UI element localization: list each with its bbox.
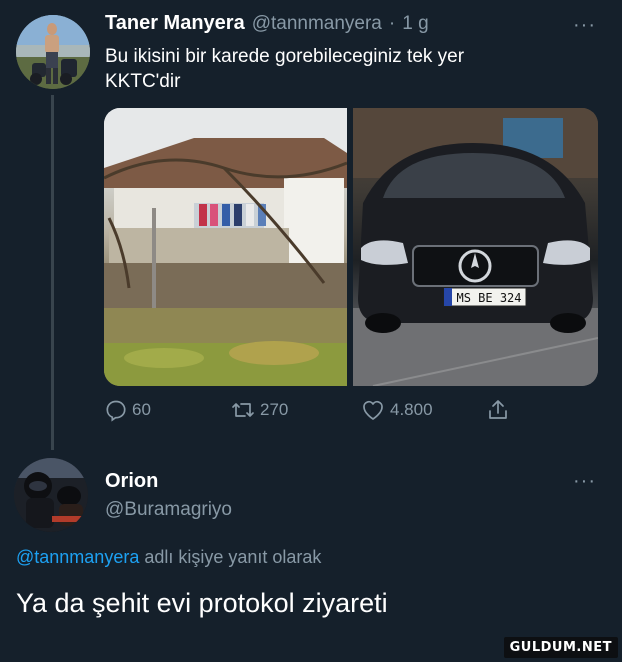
timestamp[interactable]: 1 g xyxy=(402,13,428,35)
car-photo: MS BE 324 xyxy=(353,108,598,386)
reply-icon xyxy=(106,400,126,422)
tweet-text: Bu ikisini bir karede gorebileceginiz te… xyxy=(105,44,575,94)
tweet-text-line: KKTC'dir xyxy=(105,71,181,92)
media-image-car[interactable]: MS BE 324 xyxy=(353,108,598,386)
share-action[interactable] xyxy=(486,398,510,422)
avatar[interactable] xyxy=(16,15,90,89)
more-options-icon[interactable]: ··· xyxy=(573,14,596,37)
license-plate-text: MS BE 324 xyxy=(456,291,521,305)
media-image-house[interactable] xyxy=(104,108,347,386)
retweet-action[interactable]: 270 xyxy=(230,398,288,422)
tweet-text-line: Bu ikisini bir karede gorebileceginiz te… xyxy=(105,46,465,67)
separator-dot: · xyxy=(388,13,396,34)
like-action[interactable]: 4.800 xyxy=(360,398,433,422)
media-grid[interactable]: MS BE 324 xyxy=(104,108,598,386)
replying-to-label: adlı kişiye yanıt olarak xyxy=(139,547,322,567)
display-name[interactable]: Taner Manyera xyxy=(105,12,245,35)
heart-icon xyxy=(363,400,383,420)
more-options-icon[interactable]: ··· xyxy=(573,470,596,493)
tweet-header: Taner Manyera @tannmanyera · 1 g xyxy=(105,12,429,35)
house-photo xyxy=(104,108,347,386)
handle[interactable]: @tannmanyera xyxy=(252,13,382,35)
retweet-icon xyxy=(232,403,254,417)
display-name[interactable]: Orion xyxy=(105,470,158,493)
retweet-count: 270 xyxy=(260,400,289,419)
tweet-header: Orion xyxy=(105,470,158,493)
like-count: 4.800 xyxy=(390,400,433,419)
share-icon xyxy=(489,400,507,419)
watermark: GULDUM.NET xyxy=(503,637,618,658)
reply-action[interactable]: 60 xyxy=(104,398,151,422)
avatar[interactable] xyxy=(14,458,88,532)
handle[interactable]: @Buramagriyo xyxy=(105,499,232,521)
avatar-photo xyxy=(16,15,90,89)
original-tweet[interactable]: Taner Manyera @tannmanyera · 1 g ··· Bu … xyxy=(0,0,622,450)
reply-text: Ya da şehit evi protokol ziyareti xyxy=(16,588,388,618)
reply-count: 60 xyxy=(132,400,151,419)
avatar-photo xyxy=(14,458,88,532)
tweet-actions: 60 270 4.800 xyxy=(104,398,524,424)
thread-line xyxy=(51,95,54,450)
mention-link[interactable]: @tannmanyera xyxy=(16,547,139,567)
replying-to: @tannmanyera adlı kişiye yanıt olarak xyxy=(16,547,321,568)
